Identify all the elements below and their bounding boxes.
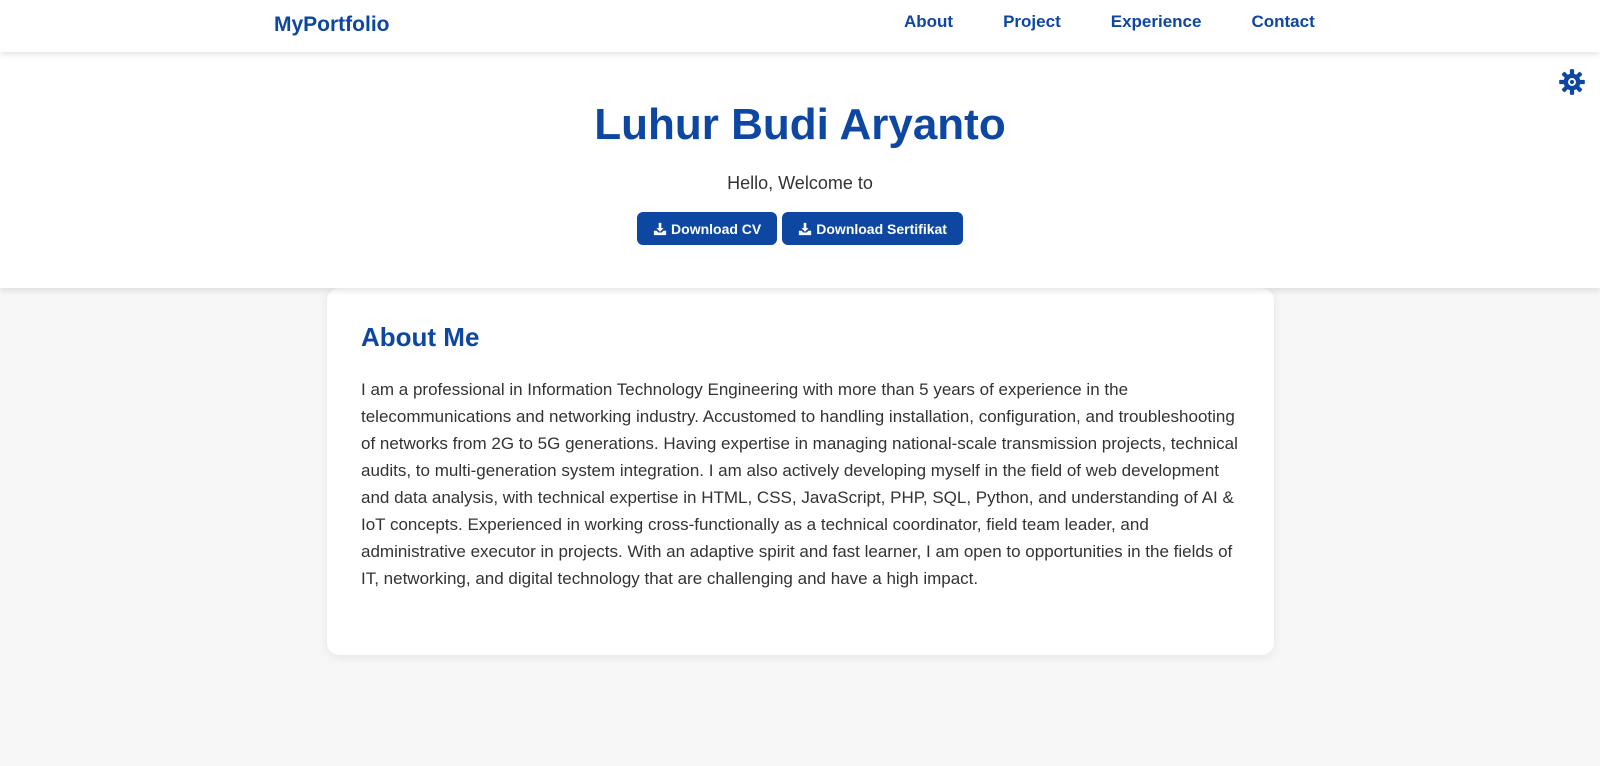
download-icon xyxy=(799,222,812,235)
nav-link-experience[interactable]: Experience xyxy=(1111,12,1202,32)
nav-link-project[interactable]: Project xyxy=(1003,12,1061,32)
theme-toggle-button[interactable] xyxy=(1558,68,1586,96)
download-certificate-label: Download Sertifikat xyxy=(816,220,947,237)
nav-link-contact[interactable]: Contact xyxy=(1251,12,1314,32)
nav-link-about[interactable]: About xyxy=(904,12,953,32)
about-section: About Me I am a professional in Informat… xyxy=(327,288,1274,655)
about-title: About Me xyxy=(361,322,480,352)
gear-icon xyxy=(1559,69,1585,95)
navbar: MyPortfolio About Project Experience Con… xyxy=(0,0,1600,52)
download-cv-button[interactable]: Download CV xyxy=(637,212,778,245)
about-text: I am a professional in Information Techn… xyxy=(361,380,1238,588)
brand-logo-link[interactable]: MyPortfolio xyxy=(274,13,390,37)
download-cv-label: Download CV xyxy=(671,220,762,237)
download-icon xyxy=(653,222,667,235)
hero-subtitle: Hello, Welcome to xyxy=(727,173,873,193)
nav-links: About Project Experience Contact xyxy=(904,12,1315,32)
hero-title: Luhur Budi Aryanto xyxy=(594,100,1006,149)
hero-section: Luhur Budi Aryanto Hello, Welcome to Dow… xyxy=(0,52,1600,288)
hero-buttons: Download CV Download Sertifikat xyxy=(0,212,1600,245)
download-certificate-button[interactable]: Download Sertifikat xyxy=(782,212,963,245)
